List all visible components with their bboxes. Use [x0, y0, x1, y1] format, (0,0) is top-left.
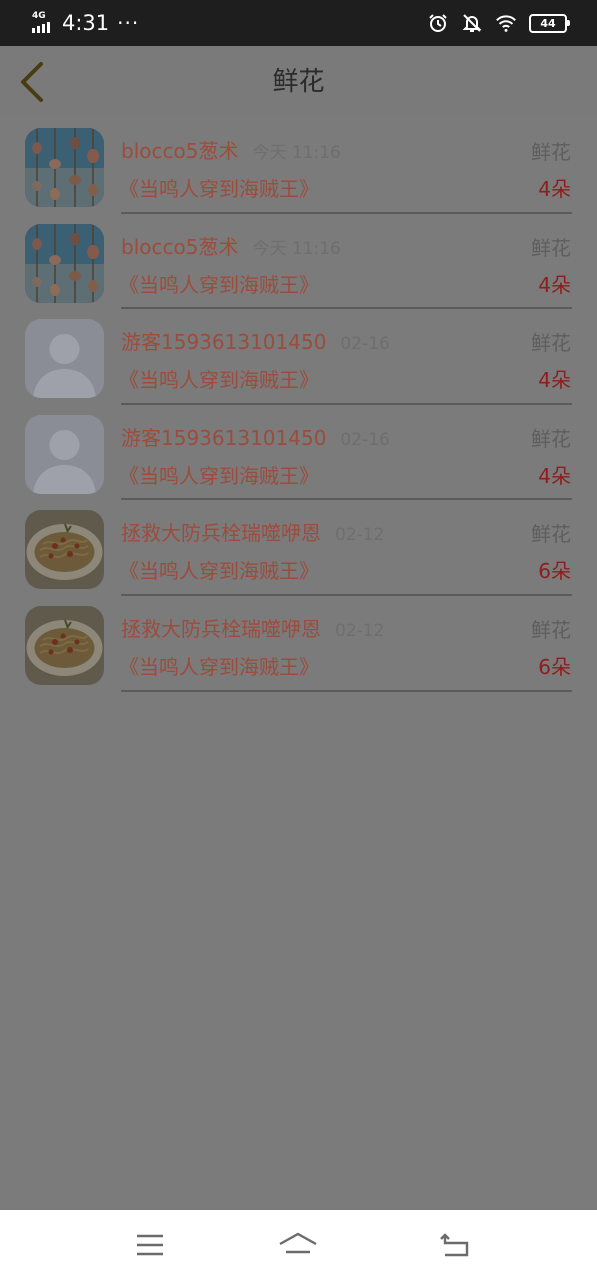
clock: 4:31	[62, 11, 110, 35]
signal-icon: 4G	[32, 11, 56, 34]
avatar	[25, 414, 104, 494]
list-item[interactable]: blocco5葱术 今天 11:16 鲜花《当鸣人穿到海贼王》 4朵	[0, 214, 597, 310]
timestamp: 今天 11:16	[252, 238, 341, 259]
home-button[interactable]	[278, 1225, 318, 1265]
menu-button[interactable]	[130, 1225, 170, 1265]
back-icon	[440, 1233, 469, 1257]
battery-icon: 44	[529, 13, 570, 33]
gift-type: 鲜花	[531, 331, 571, 356]
list-item[interactable]: 拯救大防兵栓瑞噬咿恩 02-12 鲜花《当鸣人穿到海贼王》 6朵	[0, 500, 597, 596]
gift-count: 4朵	[538, 463, 571, 488]
username: 拯救大防兵栓瑞噬咿恩	[121, 521, 321, 546]
book-title: 《当鸣人穿到海贼王》	[119, 272, 319, 297]
book-title: 《当鸣人穿到海贼王》	[119, 559, 319, 584]
wifi-icon	[495, 12, 517, 34]
username-line: blocco5葱术 今天 11:16	[121, 231, 341, 260]
book-title: 《当鸣人穿到海贼王》	[119, 654, 319, 679]
gift-count: 4朵	[538, 368, 571, 393]
username: 游客1593613101450	[121, 330, 327, 355]
status-bar: 4G 4:31 ··· 44	[0, 0, 597, 46]
bell-off-icon	[461, 12, 483, 34]
page-title: 鲜花	[272, 67, 325, 97]
username: blocco5葱术	[121, 234, 239, 259]
username-line: 游客1593613101450 02-16	[121, 326, 390, 355]
gift-type: 鲜花	[531, 426, 571, 451]
username: 拯救大防兵栓瑞噬咿恩	[121, 616, 321, 641]
home-icon	[279, 1232, 317, 1254]
gift-count: 6朵	[538, 654, 571, 679]
username-line: blocco5葱术 今天 11:16	[121, 135, 341, 164]
back-nav-button[interactable]	[435, 1225, 475, 1265]
timestamp: 02-12	[335, 525, 385, 546]
avatar	[25, 510, 104, 590]
book-title: 《当鸣人穿到海贼王》	[119, 368, 319, 393]
gift-type: 鲜花	[531, 235, 571, 260]
avatar	[25, 223, 104, 303]
gift-count: 6朵	[538, 559, 571, 584]
system-nav-bar	[0, 1210, 597, 1280]
username-line: 游客1593613101450 02-16	[121, 422, 390, 451]
menu-icon	[137, 1234, 163, 1256]
network-type: 4G	[32, 11, 46, 21]
divider	[121, 689, 572, 692]
alarm-icon	[427, 12, 449, 34]
gift-list: blocco5葱术 今天 11:16 鲜花 《当鸣人穿到海贼王》 4朵 blocco5葱术…	[0, 118, 597, 692]
list-item[interactable]: blocco5葱术 今天 11:16 鲜花《当鸣人穿到海贼王》 4朵	[0, 118, 597, 214]
username: 游客1593613101450	[121, 425, 327, 450]
timestamp: 今天 11:16	[252, 143, 341, 163]
timestamp: 02-16	[340, 334, 390, 355]
gift-type: 鲜花	[531, 617, 571, 642]
gift-type: 鲜花	[531, 522, 571, 547]
battery-level: 44	[540, 16, 556, 30]
avatar	[25, 605, 104, 685]
timestamp: 02-16	[340, 429, 390, 450]
gift-count: 4朵	[538, 177, 571, 201]
username-line: 拯救大防兵栓瑞噬咿恩 02-12	[121, 517, 384, 546]
avatar	[25, 128, 104, 207]
username: blocco5葱术	[121, 139, 239, 163]
timestamp: 02-12	[335, 620, 385, 641]
list-item[interactable]: 游客1593613101450 02-16 鲜花《当鸣人穿到海贼王》 4朵	[0, 405, 597, 501]
book-title: 《当鸣人穿到海贼王》	[119, 463, 319, 488]
list-item[interactable]: 拯救大防兵栓瑞噬咿恩 02-12 鲜花《当鸣人穿到海贼王》 6朵	[0, 596, 597, 692]
app-header: 鲜花	[0, 46, 597, 118]
more-notifications-icon: ···	[117, 11, 140, 35]
gift-count: 4朵	[538, 272, 571, 297]
book-title: 《当鸣人穿到海贼王》	[119, 177, 319, 201]
username-line: 拯救大防兵栓瑞噬咿恩 02-12	[121, 613, 384, 642]
avatar	[25, 319, 104, 399]
gift-type: 鲜花	[531, 140, 571, 164]
list-item[interactable]: 游客1593613101450 02-16 鲜花《当鸣人穿到海贼王》 4朵	[0, 309, 597, 405]
